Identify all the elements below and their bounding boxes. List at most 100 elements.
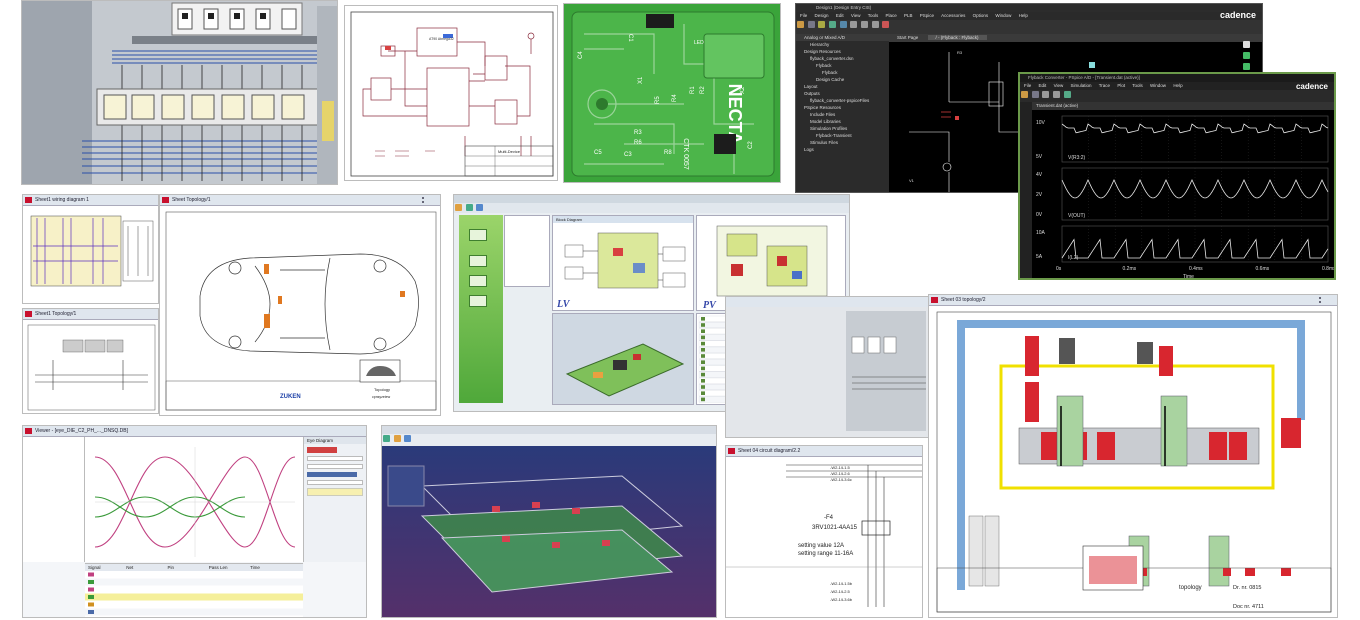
menu-options[interactable]: Options [973,13,989,18]
menu-place[interactable]: Place [885,13,896,18]
wire-icon[interactable] [1243,52,1250,59]
zoom-out-icon[interactable] [1053,91,1061,98]
menu-pspice[interactable]: PSpice [920,13,934,18]
menu-plb[interactable]: PLB [904,13,913,18]
undo-icon[interactable] [829,21,837,28]
zoom-in-icon[interactable] [1042,91,1050,98]
menu-design[interactable]: Design [815,13,829,18]
menu-file[interactable]: File [1024,83,1031,88]
row-icon [701,372,705,377]
tree-item[interactable]: Flyback [796,62,889,69]
tree-item[interactable]: Include Files [796,111,889,118]
run-icon[interactable] [882,21,890,28]
save-icon[interactable] [1031,91,1039,98]
pcb-3d-preview[interactable] [552,313,694,405]
signal-table[interactable]: Signal Net Pin Pass Len Time [85,563,303,617]
signal-table-header: Signal Net Pin Pass Len Time [85,564,303,571]
row-icon [701,397,705,402]
topology-title-bar: Sheet1 Topology/1 [23,309,158,320]
tree-item[interactable]: Design Resources [796,48,889,55]
table-row[interactable] [85,608,303,616]
add-trace-icon[interactable] [1063,91,1071,98]
pspice-probe-window: Flyback Converter - PSpice A/D - [Transi… [1018,72,1336,280]
window-controls[interactable] [422,197,438,203]
zoom-in-icon[interactable] [850,21,858,28]
view-icon[interactable] [393,435,401,442]
tree-item[interactable]: flyback_converter-pspiceFiles [796,97,889,104]
tree-item[interactable]: Logs [796,146,889,153]
block-tree-panel[interactable] [504,215,550,287]
bus-icon[interactable] [1243,63,1250,70]
window-controls[interactable] [1319,297,1335,303]
menu-simulation[interactable]: Simulation [1071,83,1092,88]
menu-help[interactable]: Help [1173,83,1182,88]
menu-accessories[interactable]: Accessories [941,13,965,18]
menu-plot[interactable]: Plot [1117,83,1125,88]
folder-icon[interactable] [455,204,462,211]
row-icon [701,379,705,383]
tree-item[interactable]: Layout [796,83,889,90]
tree-item[interactable]: Simulation Profiles [796,125,889,132]
menu-window[interactable]: Window [1150,83,1166,88]
tree-item[interactable]: flyback_converter.dsn [796,55,889,62]
print-icon[interactable] [818,21,826,28]
menu-tools[interactable]: Tools [1132,83,1143,88]
open-folder-icon[interactable] [797,21,804,28]
tree-item[interactable]: Model Libraries [796,118,889,125]
rotate-icon[interactable] [404,435,412,442]
menu-window[interactable]: Window [995,13,1011,18]
menu-help[interactable]: Help [1019,13,1028,18]
menu-tools[interactable]: Tools [868,13,879,18]
car-title: Sheet Topology/1 [172,197,211,203]
trace-label: V(OUT) [1068,213,1086,219]
tree-item[interactable]: Design Cache [796,76,889,83]
lv-tab[interactable]: Block Diagram [553,216,693,223]
eye-properties-panel[interactable]: Eye Diagram [303,437,366,562]
zoom-fit-icon[interactable] [871,21,879,28]
signal-color-swatch [88,580,94,584]
wire-label: -W2-1/L1.5b [830,581,853,586]
row-icon [701,354,705,358]
row-icon [701,391,705,395]
menu-trace[interactable]: Trace [1099,83,1110,88]
signal-color-swatch [88,587,94,592]
layer-icon[interactable] [383,435,390,442]
net-tree-panel[interactable] [23,437,85,562]
select-arrow-icon[interactable] [1243,41,1250,48]
schematic-drawing: AT90 Atmega32 Multi-Device [350,11,554,177]
tree-item[interactable]: Outputs [796,90,889,97]
redo-icon[interactable] [839,21,847,28]
table-row[interactable] [85,586,303,593]
tab-start-page[interactable]: Start Page [889,35,926,40]
zoom-out-icon[interactable] [861,21,869,28]
pcb-ref-r6: R6 [634,140,642,146]
table-row[interactable] [85,571,303,578]
setting-value: setting value 12A [798,543,844,549]
probe-title-bar: Flyback Converter - PSpice A/D - [Transi… [1020,74,1334,82]
menu-view[interactable]: View [851,13,861,18]
menu-view[interactable]: View [1054,83,1064,88]
tree-item[interactable]: Flyback-Transient [796,132,889,139]
waveform-plot-area[interactable]: V(R3:2) V(OUT) I(L2) 10V 5V 4V 2V 0V 10A 5A 0s 0.2m… [1032,110,1334,278]
table-row[interactable] [85,601,303,608]
open-icon[interactable] [1021,91,1028,98]
tree-item[interactable]: Hierarchy [796,41,889,48]
tab-schematic[interactable]: / - (Flyback : Flyback) [927,35,987,40]
table-row[interactable] [85,578,303,586]
wiring-title-bar: Sheet1 wiring diagram 1 [23,195,158,206]
eye-plot-area[interactable] [85,437,303,562]
add-block-icon[interactable] [465,204,473,211]
lv-diagram-panel[interactable]: Block Diagram LV [552,215,694,311]
tree-item[interactable]: Stimulus Files [796,139,889,146]
menu-edit[interactable]: Edit [1039,83,1047,88]
table-row[interactable] [85,593,303,601]
menu-file[interactable]: File [800,13,807,18]
tree-item[interactable]: PSpice Resources [796,104,889,111]
save-icon[interactable] [807,21,815,28]
probe-tab[interactable]: Transient.dat (active) [1032,102,1334,110]
pcb3d-toolbar [382,434,716,446]
menu-edit[interactable]: Edit [836,13,844,18]
tree-item[interactable]: Flyback [796,69,889,76]
y-tick-label: 5V [1036,154,1043,160]
link-icon[interactable] [476,204,484,211]
